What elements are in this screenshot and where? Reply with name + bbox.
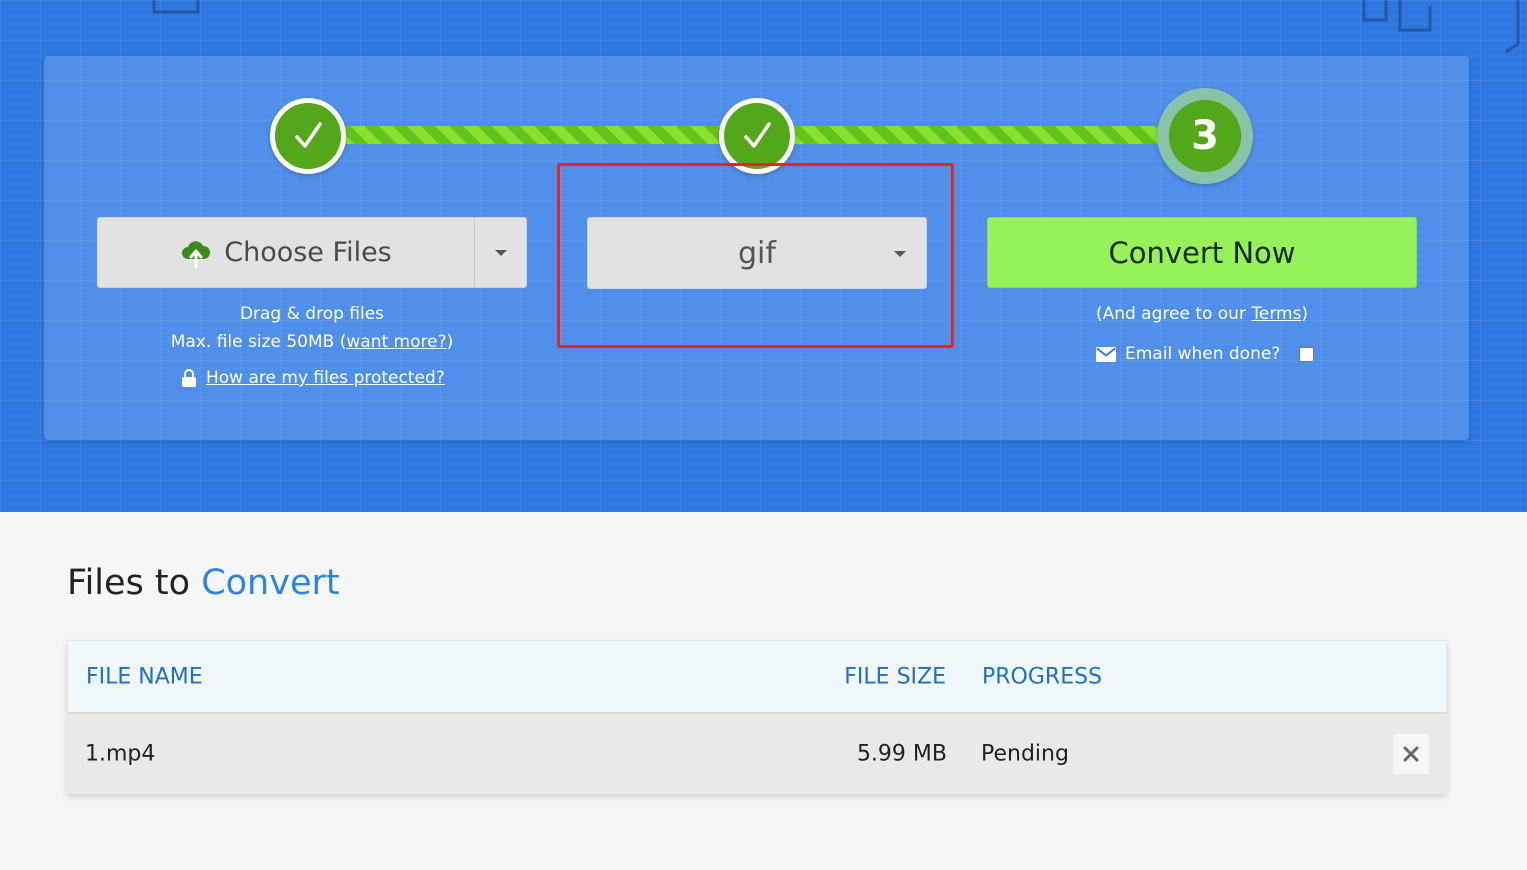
drag-drop-label: Drag & drop files	[239, 304, 385, 324]
step-3-number: 3	[1191, 113, 1219, 159]
convert-now-button[interactable]: Convert Now	[987, 217, 1417, 288]
caret-down-icon	[494, 249, 507, 256]
lock-icon	[182, 369, 196, 387]
cloud-upload-icon	[182, 240, 211, 268]
terms-link[interactable]: Terms	[1251, 304, 1301, 324]
close-icon	[1403, 746, 1419, 762]
agree-prefix: (And agree to our	[1095, 304, 1252, 324]
progress-cell: Pending	[981, 741, 1069, 767]
stepper-track	[340, 126, 722, 144]
choose-files-main[interactable]: Choose Files	[98, 218, 474, 287]
column-file-name: FILE NAME	[86, 664, 203, 689]
email-when-done: Email when done?	[1096, 344, 1315, 364]
choose-source-dropdown[interactable]	[474, 218, 526, 287]
file-size-cell: 5.99 MB	[856, 741, 947, 767]
checkmark-icon	[295, 122, 322, 148]
decorative-doodle-icon	[1362, 0, 1432, 32]
checkmark-icon	[744, 122, 771, 148]
heading-plain: Files to	[67, 563, 202, 603]
max-size-text: Max. file size 50MB (want more?)	[97, 332, 527, 352]
convert-now-label: Convert Now	[1108, 235, 1296, 270]
column-progress: PROGRESS	[982, 664, 1103, 689]
file-name-cell: 1.mp4	[85, 741, 156, 767]
drag-drop-text: Drag & drop files	[97, 304, 527, 324]
files-table: FILE NAME FILE SIZE PROGRESS 1.mp4 5.99 …	[67, 640, 1447, 794]
max-size-suffix: )	[446, 332, 454, 352]
agree-suffix: )	[1301, 304, 1309, 324]
hero-band: 3 Choose Files Drag & drop files Max. fi…	[0, 0, 1527, 512]
table-header: FILE NAME FILE SIZE PROGRESS	[67, 640, 1447, 714]
decorative-doodle-icon	[1505, 0, 1520, 54]
highlight-box	[557, 163, 954, 348]
choose-files-button[interactable]: Choose Files	[97, 217, 527, 288]
email-label: Email when done?	[1125, 344, 1281, 364]
step-3-current: 3	[1157, 88, 1253, 184]
max-size-label: Max. file size 50MB (	[170, 332, 347, 352]
want-more-link[interactable]: want more?	[346, 332, 446, 352]
files-protected-link[interactable]: How are my files protected?	[180, 368, 445, 388]
choose-files-label: Choose Files	[224, 237, 392, 268]
decorative-doodle-icon	[152, 0, 200, 14]
agree-terms-text: (And agree to our Terms)	[987, 304, 1417, 324]
column-file-size: FILE SIZE	[844, 664, 946, 689]
files-protected-label: How are my files protected?	[206, 368, 445, 388]
files-to-convert-heading: Files to Convert	[67, 563, 340, 603]
email-checkbox[interactable]	[1299, 346, 1315, 362]
heading-accent: Convert	[201, 563, 340, 603]
envelope-icon	[1096, 346, 1116, 362]
step-1-complete	[270, 98, 346, 174]
stepper-track	[790, 126, 1170, 144]
table-row: 1.mp4 5.99 MB Pending	[67, 714, 1447, 794]
remove-file-button[interactable]	[1393, 734, 1429, 774]
